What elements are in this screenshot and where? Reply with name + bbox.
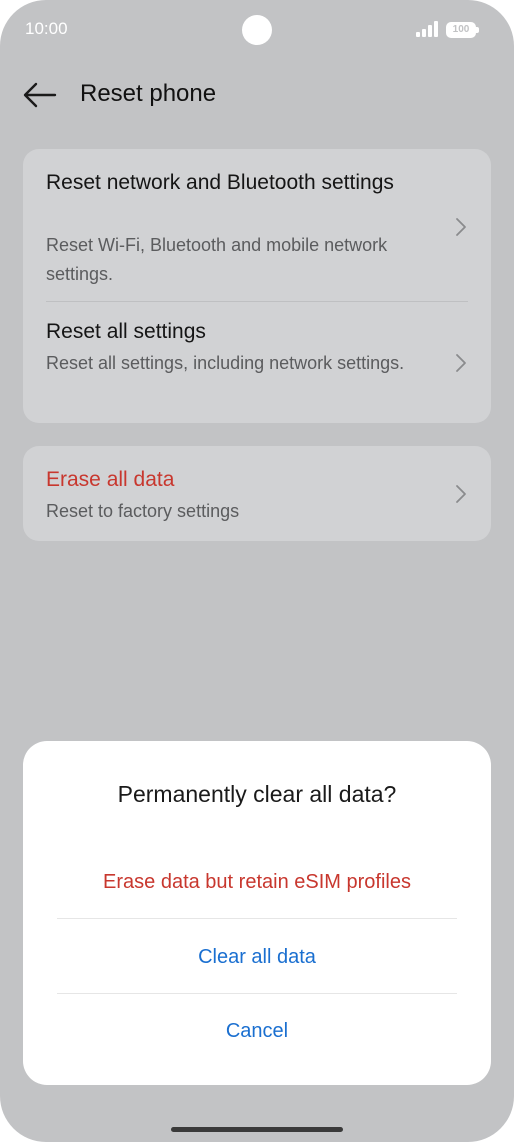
reset-network-row[interactable]: Reset network and Bluetooth settings Res… <box>23 149 491 301</box>
status-time: 10:00 <box>25 19 68 38</box>
camera-cutout <box>242 15 272 45</box>
reset-network-title: Reset network and Bluetooth settings <box>46 171 394 194</box>
battery-icon: 100 <box>446 22 476 38</box>
reset-all-settings-row[interactable]: Reset all settings Reset all settings, i… <box>23 302 491 423</box>
home-indicator[interactable] <box>171 1127 343 1132</box>
dialog-divider <box>57 918 457 919</box>
reset-all-settings-title: Reset all settings <box>46 320 206 343</box>
erase-all-data-title: Erase all data <box>46 468 175 491</box>
battery-level: 100 <box>452 24 470 35</box>
back-button[interactable] <box>22 78 58 114</box>
dialog-title: Permanently clear all data? <box>117 781 397 807</box>
chevron-right-icon <box>456 485 466 503</box>
arrow-left-icon <box>23 82 57 108</box>
battery-tip <box>476 27 479 33</box>
clear-all-data-button[interactable]: Clear all data <box>57 920 457 994</box>
cancel-button[interactable]: Cancel <box>57 994 457 1068</box>
reset-options-card: Reset network and Bluetooth settings Res… <box>23 149 491 423</box>
status-bar: 10:00 100 <box>0 0 514 60</box>
chevron-right-icon <box>456 218 466 236</box>
erase-all-data-subtitle: Reset to factory settings <box>46 501 240 521</box>
page-title: Reset phone <box>80 80 217 107</box>
signal-icon <box>416 21 440 37</box>
chevron-right-icon <box>456 354 466 372</box>
phone-screen: 10:00 100 Reset phone Reset network and … <box>0 0 514 1142</box>
erase-retain-esim-button[interactable]: Erase data but retain eSIM profiles <box>57 845 457 919</box>
erase-all-data-row[interactable]: Erase all data Reset to factory settings <box>23 446 491 541</box>
reset-network-subtitle: Reset Wi-Fi, Bluetooth and mobile networ… <box>46 235 388 284</box>
confirm-dialog: Permanently clear all data? Erase data b… <box>23 741 491 1085</box>
reset-all-settings-subtitle: Reset all settings, including network se… <box>46 353 405 373</box>
